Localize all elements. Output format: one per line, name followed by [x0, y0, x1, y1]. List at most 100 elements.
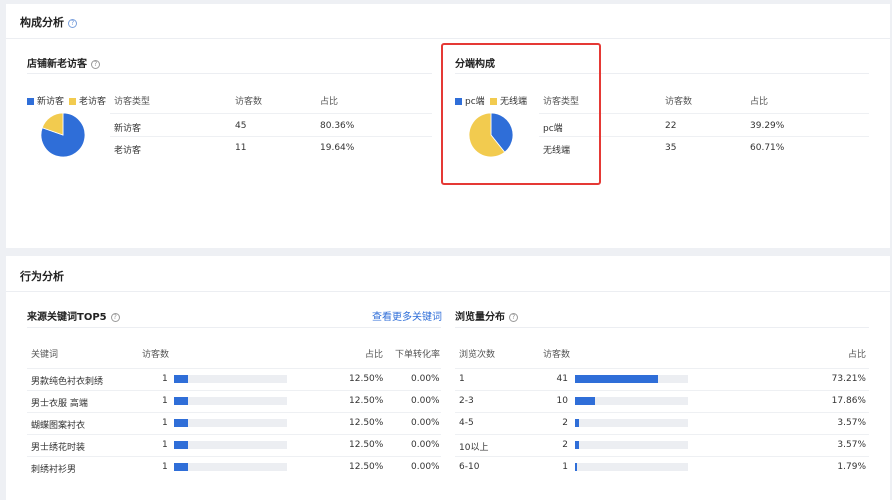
pageview-share-bar [575, 419, 688, 427]
keyword-share-bar-fill [174, 375, 189, 383]
legend-swatch [69, 98, 76, 105]
pageview-share: 17.86% [831, 396, 866, 406]
header-share: 占比 [750, 97, 769, 107]
visitor-count: 22 [665, 121, 677, 131]
keyword-visitor-count: 1 [162, 440, 168, 450]
header-view-count: 浏览次数 [459, 350, 496, 360]
visitor-share: 39.29% [750, 121, 785, 131]
pageview-share-bar-fill [575, 397, 596, 405]
pageview-visitor-count: 41 [556, 374, 568, 384]
divider [6, 291, 890, 292]
pageview-share: 3.57% [837, 418, 866, 428]
pageview-distribution-title: 浏览量分布? [455, 308, 518, 323]
pageview-share-bar-fill [575, 441, 579, 449]
keyword-conversion-rate: 0.00% [411, 462, 440, 472]
view-count-range: 4-5 [459, 418, 474, 428]
more-keywords-link[interactable]: 查看更多关键词 [372, 308, 442, 323]
keywords-title: 来源关键词TOP5? [27, 308, 120, 323]
header-share: 占比 [320, 97, 339, 107]
view-count-range: 6-10 [459, 462, 480, 472]
row-divider [455, 456, 869, 457]
visitor-count: 45 [235, 121, 247, 131]
keyword: 男士绣花时装 [31, 443, 86, 453]
view-count-range: 1 [459, 374, 465, 384]
keyword-share: 12.50% [349, 440, 384, 450]
divider [27, 73, 432, 74]
view-count-range: 2-3 [459, 396, 474, 406]
behavior-title: 行为分析 [20, 270, 64, 283]
pageview-share-bar-fill [575, 463, 577, 471]
row-divider [27, 368, 441, 369]
view-count-range: 10以上 [459, 443, 489, 453]
pageview-share-bar [575, 441, 688, 449]
pageview-visitor-count: 1 [562, 462, 568, 472]
pageview-share-bar-fill [575, 419, 579, 427]
pageview-share: 1.79% [837, 462, 866, 472]
keyword-visitor-count: 1 [162, 418, 168, 428]
help-icon[interactable]: ? [68, 19, 77, 28]
row-divider [455, 368, 869, 369]
visitor-share: 80.36% [320, 121, 355, 131]
highlight-box [441, 43, 601, 185]
legend-swatch [27, 98, 34, 105]
row-divider [455, 412, 869, 413]
new-old-pie-chart [40, 112, 86, 158]
keyword-visitor-count: 1 [162, 396, 168, 406]
keyword-conversion-rate: 0.00% [411, 440, 440, 450]
header-share: 占比 [848, 350, 867, 360]
row-divider [455, 390, 869, 391]
keyword-share: 12.50% [349, 462, 384, 472]
divider [27, 327, 441, 328]
header-share: 占比 [365, 350, 384, 360]
row-divider [27, 390, 441, 391]
keyword-share-bar-fill [174, 463, 189, 471]
visitor-share: 19.64% [320, 143, 355, 153]
pageview-share-bar [575, 397, 688, 405]
pageview-share-bar-fill [575, 375, 658, 383]
pageview-share: 73.21% [831, 374, 866, 384]
pageview-share: 3.57% [837, 440, 866, 450]
keyword-share-bar [174, 441, 287, 449]
keyword-share-bar-fill [174, 397, 189, 405]
header-keyword: 关键词 [31, 350, 59, 360]
keyword-conversion-rate: 0.00% [411, 396, 440, 406]
keyword-share-bar [174, 463, 287, 471]
visitor-type: 新访客 [114, 124, 142, 134]
keyword-conversion-rate: 0.00% [411, 418, 440, 428]
divider [6, 38, 890, 39]
keyword-visitor-count: 1 [162, 374, 168, 384]
visitor-share: 60.71% [750, 143, 785, 153]
header-visitor-count: 访客数 [665, 97, 693, 107]
row-divider [27, 434, 441, 435]
legend-old-visitors: 老访客 [69, 94, 106, 107]
header-visitor-count: 访客数 [235, 97, 263, 107]
pageview-visitor-count: 10 [556, 396, 568, 406]
keyword-share-bar-fill [174, 419, 189, 427]
behavior-card [6, 256, 890, 500]
visitor-type: 老访客 [114, 146, 142, 156]
keyword: 刺绣衬衫男 [31, 465, 77, 475]
composition-title: 构成分析? [20, 14, 77, 30]
visitor-count: 35 [665, 143, 677, 153]
help-icon[interactable]: ? [509, 313, 518, 322]
keyword-visitor-count: 1 [162, 462, 168, 472]
row-divider [27, 456, 441, 457]
header-conversion-rate: 下单转化率 [395, 350, 441, 360]
header-visitor-count: 访客数 [543, 350, 571, 360]
keyword: 蝴蝶图案衬衣 [31, 421, 86, 431]
keyword-share-bar [174, 397, 287, 405]
pageview-visitor-count: 2 [562, 440, 568, 450]
pageview-visitor-count: 2 [562, 418, 568, 428]
visitor-count: 11 [235, 143, 247, 153]
keyword-share: 12.50% [349, 374, 384, 384]
new-old-visitors-title: 店铺新老访客? [27, 55, 100, 70]
keyword: 男款纯色衬衣刺绣 [31, 377, 104, 387]
keyword-share-bar-fill [174, 441, 189, 449]
pageview-share-bar [575, 463, 688, 471]
header-visitor-count: 访客数 [142, 350, 170, 360]
keyword-conversion-rate: 0.00% [411, 374, 440, 384]
help-icon[interactable]: ? [110, 313, 120, 322]
pageview-share-bar [575, 375, 688, 383]
keyword-share-bar [174, 419, 287, 427]
help-icon[interactable]: ? [91, 60, 100, 69]
